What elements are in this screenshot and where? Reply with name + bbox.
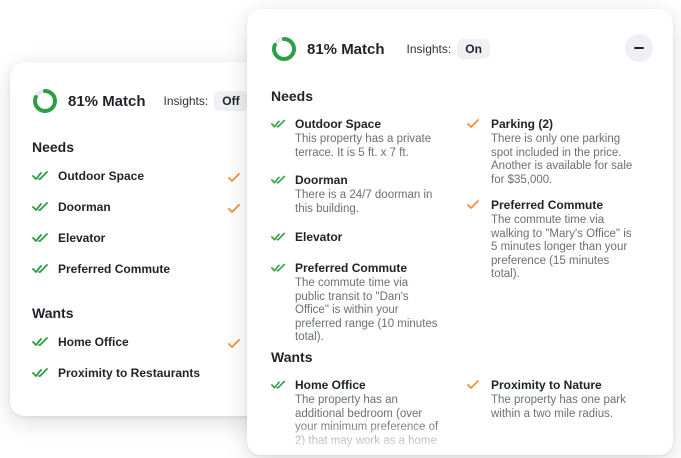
- wants-heading: Wants: [271, 349, 313, 365]
- want-item: Home Office: [32, 335, 129, 349]
- double-check-icon: [271, 175, 287, 185]
- check-icon: [228, 201, 240, 219]
- insights-label: Insights:: [163, 94, 209, 108]
- double-check-icon: [32, 264, 50, 274]
- want-label: Home Office: [295, 378, 366, 392]
- scroll-fade: [247, 421, 673, 455]
- double-check-icon: [32, 202, 50, 212]
- insights-toggle[interactable]: Off: [214, 91, 248, 111]
- needs-heading: Needs: [271, 88, 314, 104]
- match-score: 81% Match: [68, 92, 146, 110]
- match-card-insights-off: 81% Match Insights: Off Needs Outdoor Sp…: [10, 62, 268, 416]
- match-score: 81% Match: [307, 40, 385, 58]
- collapse-button[interactable]: [625, 34, 653, 62]
- need-item: Doorman: [32, 200, 111, 214]
- check-icon: [467, 119, 483, 129]
- need-label: Outdoor Space: [58, 169, 145, 183]
- double-check-icon: [32, 337, 50, 347]
- double-check-icon: [271, 119, 287, 129]
- need-insight: Parking (2) There is only one parking sp…: [467, 117, 637, 187]
- need-description: There is only one parking spot included …: [491, 133, 633, 186]
- need-item: Outdoor Space: [32, 169, 144, 183]
- check-icon: [228, 170, 240, 188]
- need-insight: Preferred Commute The commute time via p…: [271, 261, 441, 345]
- insights-label: Insights:: [406, 42, 452, 56]
- match-ring-icon: [32, 88, 58, 114]
- double-check-icon: [271, 380, 287, 390]
- wants-heading: Wants: [32, 305, 74, 321]
- want-label: Home Office: [58, 335, 129, 349]
- need-description: This property has a private terrace. It …: [295, 133, 432, 159]
- need-insight: Elevator: [271, 230, 441, 244]
- need-label: Doorman: [295, 173, 348, 187]
- double-check-icon: [271, 232, 287, 242]
- need-description: The commute time via public transit to "…: [295, 277, 438, 343]
- double-check-icon: [32, 233, 50, 243]
- check-icon: [228, 336, 240, 354]
- double-check-icon: [271, 263, 287, 273]
- need-insight: Outdoor Space This property has a privat…: [271, 117, 441, 160]
- need-insight: Preferred Commute The commute time via w…: [467, 198, 637, 282]
- need-label: Preferred Commute: [295, 261, 408, 275]
- double-check-icon: [32, 368, 50, 378]
- need-label: Doorman: [58, 200, 111, 214]
- want-label: Proximity to Nature: [491, 378, 602, 392]
- need-label: Preferred Commute: [58, 262, 171, 276]
- match-header: 81% Match Insights: Off: [32, 88, 248, 114]
- need-insight: Doorman There is a 24/7 doorman in this …: [271, 173, 441, 216]
- need-label: Preferred Commute: [491, 198, 604, 212]
- want-description: The property has one park within a two m…: [491, 394, 626, 420]
- want-item: Proximity to Restaurants: [32, 366, 200, 380]
- minus-icon: [634, 47, 644, 49]
- check-icon: [467, 380, 483, 390]
- double-check-icon: [32, 171, 50, 181]
- need-item: Elevator: [32, 231, 105, 245]
- need-description: There is a 24/7 doorman in this building…: [295, 189, 433, 215]
- match-card-insights-on: 81% Match Insights: On Needs Outdoor Spa…: [247, 9, 673, 455]
- insights-toggle[interactable]: On: [457, 39, 490, 59]
- want-insight: Proximity to Nature The property has one…: [467, 378, 637, 421]
- needs-heading: Needs: [32, 139, 75, 155]
- match-ring-icon: [271, 36, 297, 62]
- need-label: Elevator: [58, 231, 106, 245]
- need-label: Elevator: [295, 230, 343, 244]
- want-label: Proximity to Restaurants: [58, 366, 201, 380]
- need-item: Preferred Commute: [32, 262, 170, 276]
- need-description: The commute time via walking to "Mary's …: [491, 214, 632, 280]
- need-label: Parking (2): [491, 117, 554, 131]
- need-label: Outdoor Space: [295, 117, 382, 131]
- match-header: 81% Match Insights: On: [271, 36, 490, 62]
- check-icon: [467, 200, 483, 210]
